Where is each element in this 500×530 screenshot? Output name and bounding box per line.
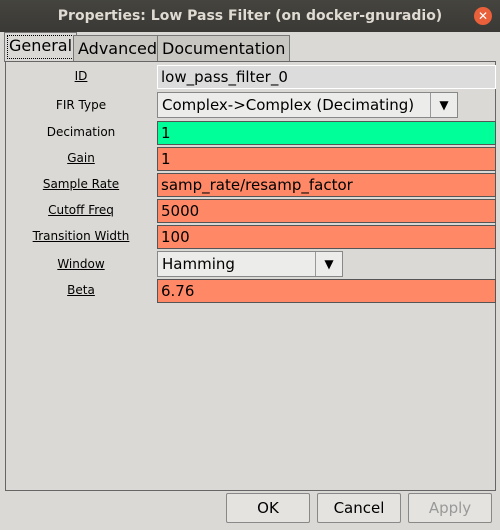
id-input[interactable]: low_pass_filter_0 — [157, 65, 496, 89]
apply-button[interactable]: Apply — [408, 493, 492, 523]
decimation-input[interactable]: 1 — [157, 121, 496, 145]
window-title: Properties: Low Pass Filter (on docker-g… — [57, 8, 443, 24]
sample-rate-label: Sample Rate — [42, 177, 120, 191]
beta-input[interactable]: 6.76 — [157, 279, 496, 303]
chevron-down-icon: ▼ — [315, 252, 342, 276]
tab-advanced[interactable]: Advanced — [73, 35, 163, 61]
decimation-label: Decimation — [46, 125, 116, 139]
window-value: Hamming — [162, 255, 235, 273]
fir-type-label: FIR Type — [55, 98, 107, 112]
transition-width-input[interactable]: 100 — [157, 225, 496, 249]
cutoff-freq-input[interactable]: 5000 — [157, 199, 496, 223]
tab-documentation[interactable]: Documentation — [157, 35, 291, 61]
cancel-button[interactable]: Cancel — [317, 493, 401, 523]
cutoff-freq-label: Cutoff Freq — [48, 203, 114, 217]
chevron-down-icon: ▼ — [430, 93, 457, 117]
title-bar: Properties: Low Pass Filter (on docker-g… — [0, 0, 500, 32]
transition-width-label: Transition Width — [32, 229, 130, 243]
tab-general[interactable]: General — [4, 32, 78, 62]
beta-label: Beta — [67, 283, 95, 297]
window-select[interactable]: Hamming ▼ — [157, 251, 343, 277]
fir-type-value: Complex->Complex (Decimating) — [162, 96, 415, 114]
id-label: ID — [74, 69, 88, 83]
sample-rate-input[interactable]: samp_rate/resamp_factor — [157, 173, 496, 197]
ok-button[interactable]: OK — [226, 493, 310, 523]
window-label: Window — [57, 257, 105, 271]
gain-input[interactable]: 1 — [157, 147, 496, 171]
fir-type-select[interactable]: Complex->Complex (Decimating) ▼ — [157, 92, 458, 118]
gain-label: Gain — [67, 151, 95, 165]
close-icon[interactable]: ✕ — [474, 7, 492, 25]
params-panel: ID low_pass_filter_0 FIR Type Complex->C… — [5, 61, 496, 491]
